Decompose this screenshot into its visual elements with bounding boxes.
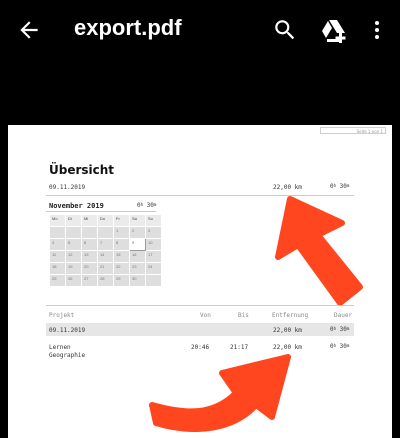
calendar-day: 2 (129, 226, 146, 239)
calendar-weekday: Di (65, 214, 82, 227)
search-icon[interactable] (272, 16, 298, 44)
red-arrow-marker-upper (275, 196, 363, 305)
calendar-day: 22 (113, 262, 130, 275)
calendar-day: 10 (145, 238, 162, 251)
document-title: export.pdf (74, 15, 182, 40)
calendar-divider (46, 211, 156, 212)
row-project: Lernen (49, 344, 71, 351)
col-duration: Dauer (334, 312, 353, 319)
group-duration: 0h 30m (330, 326, 350, 333)
row-subject: Geographie (49, 352, 86, 359)
calendar-day (65, 226, 82, 239)
calendar-day: 16 (129, 250, 146, 263)
calendar-day (97, 226, 114, 239)
calendar-day: 7 (97, 238, 114, 251)
calendar-day: 11 (49, 250, 66, 263)
calendar-day: 1 (113, 226, 130, 239)
summary-duration: 0h 30m (330, 183, 350, 190)
calendar-day: 5 (65, 238, 82, 251)
calendar-day: 18 (49, 262, 66, 275)
calendar-day: 8 (113, 238, 130, 251)
calendar-week-row: 18 19 20 21 22 23 24 (49, 262, 162, 275)
page-number: Seite 1 von 1 (320, 127, 386, 134)
calendar-day: 30 (129, 274, 146, 287)
back-arrow-icon[interactable] (16, 17, 42, 43)
calendar-week-row: 4 5 6 7 8 9 10 (49, 238, 162, 251)
more-vert-icon[interactable] (365, 16, 389, 44)
calendar-day: 15 (113, 250, 130, 263)
calendar-day: 24 (145, 262, 162, 275)
calendar-week-row: 123 (49, 226, 162, 239)
group-row (46, 323, 354, 336)
calendar-week-row: 11 12 13 14 15 16 17 (49, 250, 162, 263)
month-calendar: Mo Di Mi Do Fr Sa So 1 2 3 4 5 6 7 8 9 10 11 12 13 14 15 16 17 1… (49, 214, 162, 287)
calendar-weekday: So (145, 214, 162, 227)
calendar-day: 26 (65, 274, 82, 287)
calendar-day: 13 (81, 250, 98, 263)
row-duration: 0h 30m (330, 343, 350, 350)
pdf-page[interactable]: Seite 1 von 1 Übersicht 09.11.2019 22,00… (8, 125, 392, 438)
calendar-weekday-row: Mo Di Mi Do Fr Sa So (49, 214, 162, 227)
row-to: 21:17 (230, 344, 249, 351)
drive-add-icon[interactable] (320, 16, 348, 44)
calendar-day: 19 (65, 262, 82, 275)
calendar-day: 4 (49, 238, 66, 251)
calendar-weekday: Sa (129, 214, 146, 227)
calendar-day: 14 (97, 250, 114, 263)
calendar-day: 28 (97, 274, 114, 287)
calendar-day: 3 (145, 226, 162, 239)
row-from: 20:46 (191, 344, 210, 351)
col-to: Bis (238, 312, 249, 319)
calendar-day: 17 (145, 250, 162, 263)
calendar-day: 25 (49, 274, 66, 287)
calendar-day: 6 (81, 238, 98, 251)
divider (46, 305, 354, 306)
col-from: Von (200, 312, 211, 319)
calendar-weekday: Fr (113, 214, 130, 227)
calendar-day: 29 (113, 274, 130, 287)
calendar-week-row: 25 26 27 28 29 30 (49, 274, 162, 287)
group-date: 09.11.2019 (49, 327, 86, 334)
group-distance: 22,00 km (273, 327, 302, 334)
red-arrow-marker-lower (149, 354, 291, 432)
calendar-duration: 0h 30m (137, 202, 157, 209)
calendar-weekday: Mi (81, 214, 98, 227)
calendar-day: 27 (81, 274, 98, 287)
col-distance: Entfernung (272, 312, 309, 319)
row-distance: 22,00 km (273, 344, 302, 351)
summary-date: 09.11.2019 (49, 184, 86, 191)
calendar-weekday: Do (97, 214, 114, 227)
calendar-day (81, 226, 98, 239)
summary-distance: 22,00 km (273, 184, 302, 191)
calendar-month: November 2019 (49, 202, 104, 210)
calendar-day (49, 226, 66, 239)
col-project: Projekt (49, 312, 75, 319)
calendar-day: 12 (65, 250, 82, 263)
calendar-day: 21 (97, 262, 114, 275)
page-heading: Übersicht (49, 163, 115, 177)
calendar-day: 9 (129, 238, 146, 251)
calendar-day: 20 (81, 262, 98, 275)
app-bar: export.pdf (0, 0, 400, 60)
calendar-day: 23 (129, 262, 146, 275)
calendar-day (145, 274, 162, 287)
calendar-weekday: Mo (49, 214, 66, 227)
